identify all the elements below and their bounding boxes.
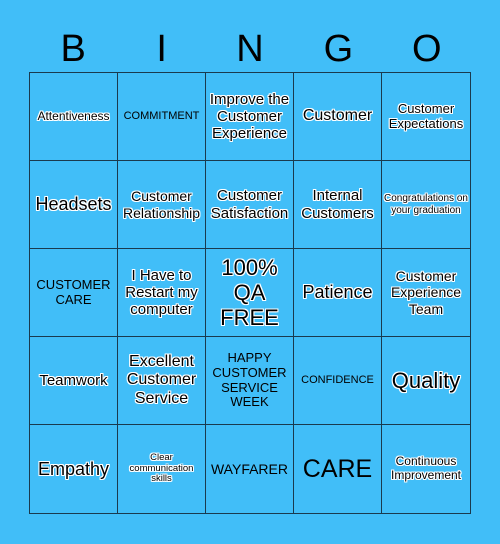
bingo-cell[interactable]: Customer Satisfaction: [206, 161, 294, 249]
bingo-cell[interactable]: HAPPY CUSTOMER SERVICE WEEK: [206, 337, 294, 425]
cell-label: Congratulations on your graduation: [384, 193, 468, 216]
cell-label: Headsets: [35, 194, 112, 215]
bingo-cell[interactable]: Internal Customers: [294, 161, 382, 249]
cell-label: Internal Customers: [301, 187, 374, 222]
bingo-cell[interactable]: Quality: [382, 337, 470, 425]
cell-label: COMMITMENT: [123, 110, 200, 123]
bingo-cell[interactable]: 100% QA FREE: [206, 249, 294, 337]
bingo-cell[interactable]: Teamwork: [30, 337, 118, 425]
cell-label: Customer Expectations: [388, 100, 464, 131]
cell-label: CARE: [302, 454, 373, 483]
cell-label: Teamwork: [39, 371, 108, 389]
cell-label: I Have to Restart my computer: [125, 266, 198, 319]
bingo-cell[interactable]: Customer Expectations: [382, 73, 470, 161]
bingo-cell[interactable]: Customer Relationship: [118, 161, 206, 249]
bingo-cell[interactable]: COMMITMENT: [118, 73, 206, 161]
cell-label: CONFIDENCE: [301, 374, 374, 387]
cell-label: Empathy: [37, 458, 110, 479]
bingo-header: B I N G O: [29, 26, 471, 72]
cell-label: Customer: [302, 107, 373, 125]
cell-label: Patience: [302, 282, 373, 303]
bingo-cell[interactable]: Empathy: [30, 425, 118, 513]
cell-label: 100% QA FREE: [220, 254, 279, 331]
cell-label: CUSTOMER CARE: [36, 276, 111, 307]
bingo-cell[interactable]: Clear communication skills: [118, 425, 206, 513]
header-letter-b: B: [60, 28, 86, 70]
cell-label: Clear communication skills: [129, 451, 194, 485]
cell-label: Customer Satisfaction: [210, 187, 289, 222]
cell-label: Customer Experience Team: [390, 268, 462, 317]
cell-label: Excellent Customer Service: [126, 352, 197, 407]
bingo-cell[interactable]: CONFIDENCE: [294, 337, 382, 425]
bingo-cell[interactable]: WAYFARER: [206, 425, 294, 513]
cell-label: Continuous Improvement: [390, 454, 462, 482]
bingo-cell[interactable]: I Have to Restart my computer: [118, 249, 206, 337]
cell-label: WAYFARER: [210, 460, 288, 477]
bingo-cell[interactable]: Congratulations on your graduation: [382, 161, 470, 249]
bingo-cell[interactable]: Attentiveness: [30, 73, 118, 161]
cell-label: HAPPY CUSTOMER SERVICE WEEK: [212, 349, 287, 410]
bingo-cell[interactable]: Customer Experience Team: [382, 249, 470, 337]
bingo-cell[interactable]: CUSTOMER CARE: [30, 249, 118, 337]
header-letter-g: G: [323, 28, 354, 70]
bingo-cell[interactable]: Continuous Improvement: [382, 425, 470, 513]
bingo-cell[interactable]: CARE: [294, 425, 382, 513]
header-letter-o: O: [412, 28, 442, 70]
header-letter-n: N: [236, 28, 264, 70]
bingo-cell[interactable]: Excellent Customer Service: [118, 337, 206, 425]
cell-label: Customer Relationship: [122, 188, 201, 221]
bingo-cell[interactable]: Headsets: [30, 161, 118, 249]
bingo-cell[interactable]: Customer: [294, 73, 382, 161]
bingo-cell[interactable]: Improve the Customer Experience: [206, 73, 294, 161]
bingo-cell[interactable]: Patience: [294, 249, 382, 337]
cell-label: Quality: [391, 367, 461, 393]
bingo-board: Attentiveness COMMITMENT Improve the Cus…: [29, 72, 471, 514]
header-letter-i: I: [156, 28, 167, 70]
cell-label: Attentiveness: [37, 108, 110, 123]
cell-label: Improve the Customer Experience: [209, 90, 290, 143]
